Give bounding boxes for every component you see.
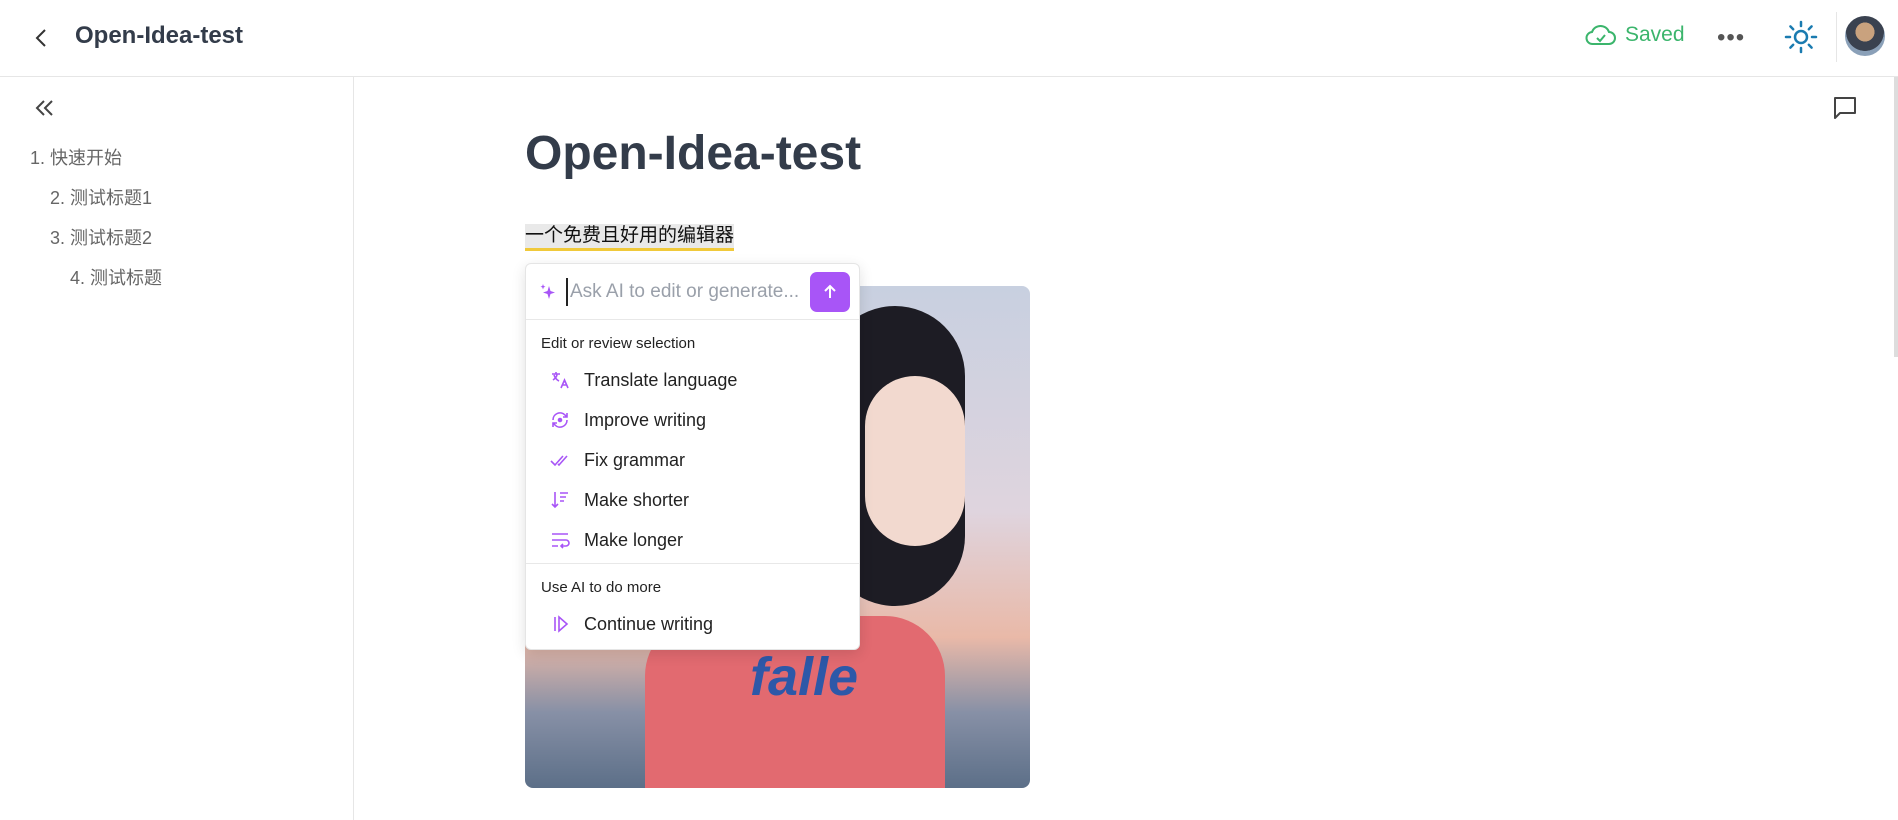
avatar[interactable] (1845, 16, 1885, 56)
divider (1836, 12, 1837, 62)
ai-prompt-input[interactable] (566, 278, 816, 306)
selected-paragraph[interactable]: 一个免费且好用的编辑器 (525, 224, 735, 251)
refresh-icon (552, 412, 568, 428)
menu-item-label: Continue writing (584, 613, 714, 634)
menu-item-translate[interactable]: Translate language (526, 360, 859, 400)
chevrons-left-icon[interactable] (32, 97, 58, 119)
menu-item-label: Improve writing (584, 409, 707, 430)
toc-item[interactable]: 4. 测试标题 (70, 264, 162, 290)
menu-item-grammar[interactable]: Fix grammar (526, 440, 859, 480)
menu-item-label: Fix grammar (584, 449, 686, 470)
toc-item[interactable]: 2. 测试标题1 (50, 184, 152, 210)
toc-item[interactable]: 3. 测试标题2 (50, 224, 152, 250)
saved-label: Saved (1625, 23, 1685, 46)
menu-item-label: Translate language (584, 369, 738, 390)
menu-item-shorter[interactable]: Make shorter (526, 480, 859, 520)
menu-item-label: Make shorter (584, 489, 690, 510)
send-button[interactable] (810, 272, 850, 312)
section-label: Edit or review selection (541, 335, 696, 352)
ai-menu: Edit or review selection Translate langu… (525, 263, 860, 650)
ai-input-row (526, 264, 859, 320)
document-name: Open-Idea-test (75, 22, 244, 49)
sort-down-icon (551, 492, 568, 509)
section-label: Use AI to do more (541, 579, 662, 596)
translate-icon (552, 372, 569, 389)
menu-item-improve[interactable]: Improve writing (526, 400, 859, 440)
toc-item[interactable]: 1. 快速开始 (30, 144, 122, 170)
cloud-check-icon (1585, 25, 1616, 45)
more-horizontal-icon[interactable]: ••• (1717, 24, 1745, 52)
scrollbar[interactable] (1894, 77, 1898, 357)
comment-icon[interactable] (1832, 95, 1858, 121)
play-icon (554, 615, 569, 633)
arrow-up-icon (824, 284, 836, 298)
sun-icon[interactable] (1784, 20, 1818, 54)
save-status: Saved (1585, 22, 1685, 48)
menu-item-label: Make longer (584, 529, 684, 550)
check-check-icon (550, 455, 568, 467)
wrap-text-icon (552, 533, 570, 549)
outline-sidebar: 1. 快速开始 2. 测试标题1 3. 测试标题2 4. 测试标题 (0, 77, 354, 820)
menu-item-longer[interactable]: Make longer (526, 520, 859, 560)
sparkles-icon (540, 284, 555, 299)
top-bar: Open-Idea-test Saved ••• (0, 0, 1898, 77)
back-arrow-icon[interactable] (30, 24, 54, 52)
menu-item-continue[interactable]: Continue writing (526, 604, 859, 644)
page-title[interactable]: Open-Idea-test (525, 126, 861, 181)
